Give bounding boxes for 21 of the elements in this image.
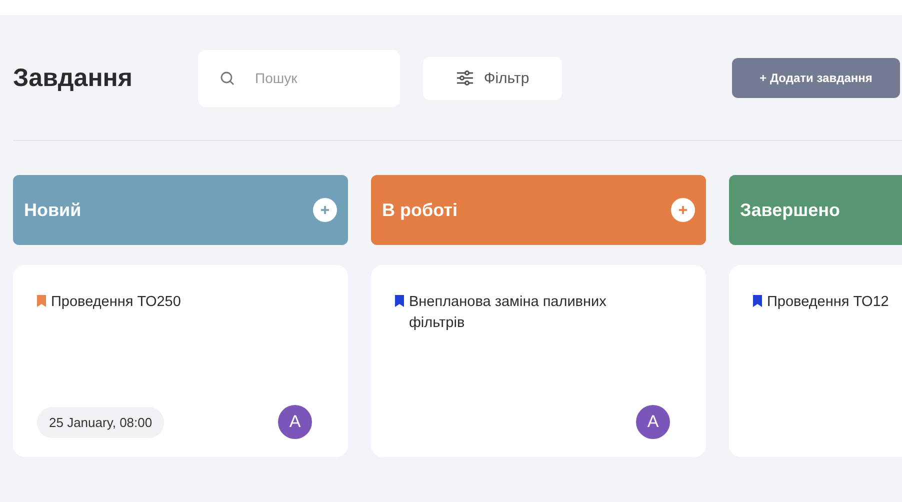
task-title: Проведення ТО12 [767,293,889,312]
page-title: Завдання [13,64,134,92]
column-title: Завершено [740,200,840,220]
column-title: Новий [24,200,82,220]
task-card[interactable]: Проведення ТО250 25 January, 08:00 A [13,265,348,457]
task-card[interactable]: Внепланова заміна паливних фільтрів A [371,265,706,457]
plus-icon [320,205,330,215]
search-field[interactable]: Пошук [198,50,400,106]
filter-button[interactable]: Фільтр [423,56,562,100]
plus-icon [678,205,688,215]
add-task-button[interactable]: + Додати завдання [732,58,900,98]
add-card-button[interactable] [671,198,695,222]
task-card[interactable]: Проведення ТО12 [729,265,902,457]
avatar: A [636,405,670,439]
sliders-icon [456,70,474,86]
task-title: Внепланова заміна паливних фільтрів [409,293,608,333]
date-chip: 25 January, 08:00 [37,406,164,438]
column-title: В роботі [382,200,458,220]
task-title: Проведення ТО250 [51,293,181,312]
add-card-button[interactable] [313,198,337,222]
avatar: A [278,405,312,439]
